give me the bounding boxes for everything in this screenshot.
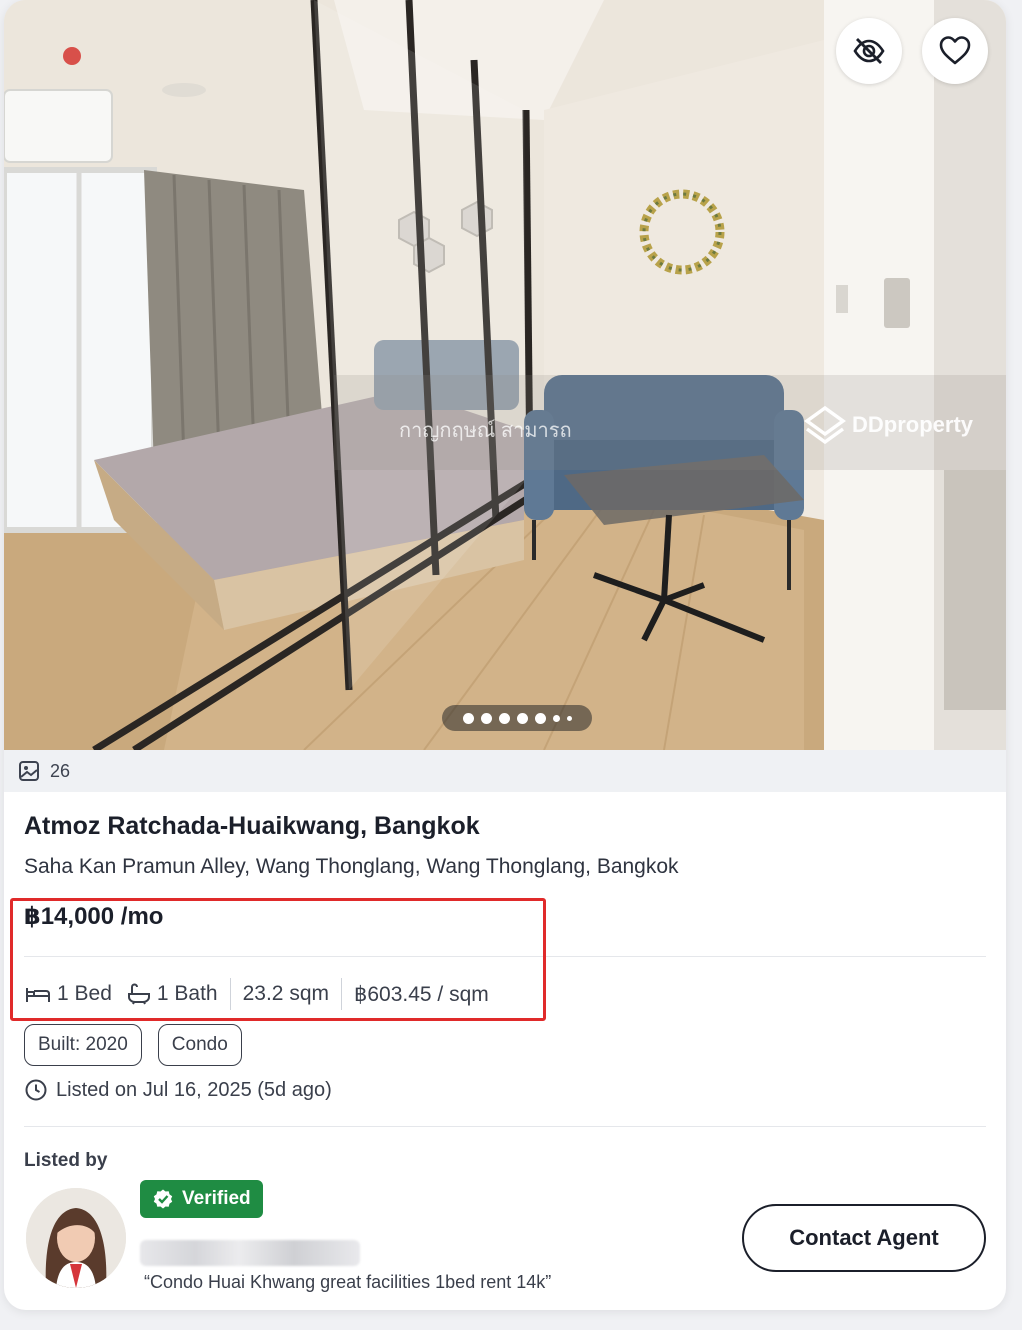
verified-label: Verified [182, 1188, 251, 1209]
floor-area: 23.2 sqm [242, 982, 329, 1005]
baths-count: 1 Bath [156, 982, 218, 1005]
agent-quote: “Condo Huai Khwang great facilities 1bed… [144, 1272, 552, 1292]
agent-avatar[interactable] [26, 1188, 126, 1288]
carousel-dot[interactable] [552, 714, 560, 722]
watermark-brand: DDproperty [852, 412, 974, 437]
spec-baths: 1 Bath [126, 982, 218, 1006]
listing-card[interactable]: กาญกฤษณ์ สามารถ DDproperty 26 Atmoz Ratc… [4, 0, 1006, 1310]
photo-count-bar[interactable]: 26 [4, 750, 1006, 792]
heart-icon [939, 36, 971, 65]
agent-name-redacted [140, 1240, 360, 1266]
carousel-dot[interactable] [566, 715, 572, 721]
agent-photo [26, 1188, 126, 1288]
hide-listing-button[interactable] [836, 18, 902, 84]
listing-tags: Built: 2020 Condo [24, 1024, 242, 1066]
listing-specs: 1 Bed 1 Bath 23.2 sqm ฿603.45 / sqm [24, 976, 489, 1012]
photo-count: 26 [50, 760, 71, 781]
carousel-dot[interactable] [462, 712, 474, 724]
price-per-sqm: ฿603.45 / sqm [354, 982, 489, 1006]
listed-date-text: Listed on Jul 16, 2025 (5d ago) [56, 1078, 332, 1101]
carousel-dot[interactable] [534, 712, 546, 724]
carousel-dot[interactable] [516, 712, 528, 724]
carousel-dot[interactable] [480, 712, 492, 724]
tag-property-type: Condo [157, 1024, 242, 1066]
favorite-button[interactable] [922, 18, 988, 84]
carousel-indicator[interactable] [442, 705, 592, 731]
clock-icon [25, 1079, 47, 1101]
listing-title[interactable]: Atmoz Ratchada-Huaikwang, Bangkok [24, 812, 480, 841]
verified-badge: Verified [140, 1180, 263, 1218]
watermark-agent-name: กาญกฤษณ์ สามารถ [399, 420, 572, 442]
carousel-dot[interactable] [498, 712, 510, 724]
spec-beds: 1 Bed [24, 982, 112, 1006]
bath-icon [127, 983, 150, 1005]
spec-separator [229, 978, 231, 1010]
divider [24, 956, 986, 957]
ddproperty-watermark: DDproperty [804, 405, 973, 445]
bed-icon [26, 988, 50, 1002]
listing-photo[interactable]: กาญกฤษณ์ สามารถ DDproperty [4, 0, 1006, 750]
listed-by-label: Listed by [24, 1150, 108, 1171]
tag-built-year: Built: 2020 [24, 1024, 142, 1066]
gallery-icon [19, 761, 39, 781]
listing-price: ฿14,000 /mo [24, 903, 164, 930]
beds-count: 1 Bed [57, 982, 112, 1005]
listed-date: Listed on Jul 16, 2025 (5d ago) [24, 1078, 332, 1102]
room-photo-illustration [4, 0, 1006, 750]
spec-separator [341, 978, 342, 1010]
ddproperty-logo-icon [804, 405, 846, 445]
verified-check-icon [153, 1189, 173, 1209]
eye-off-icon [853, 38, 885, 64]
listing-address: Saha Kan Pramun Alley, Wang Thonglang, W… [24, 855, 679, 878]
divider [24, 1126, 986, 1127]
contact-agent-button[interactable]: Contact Agent [742, 1204, 986, 1272]
